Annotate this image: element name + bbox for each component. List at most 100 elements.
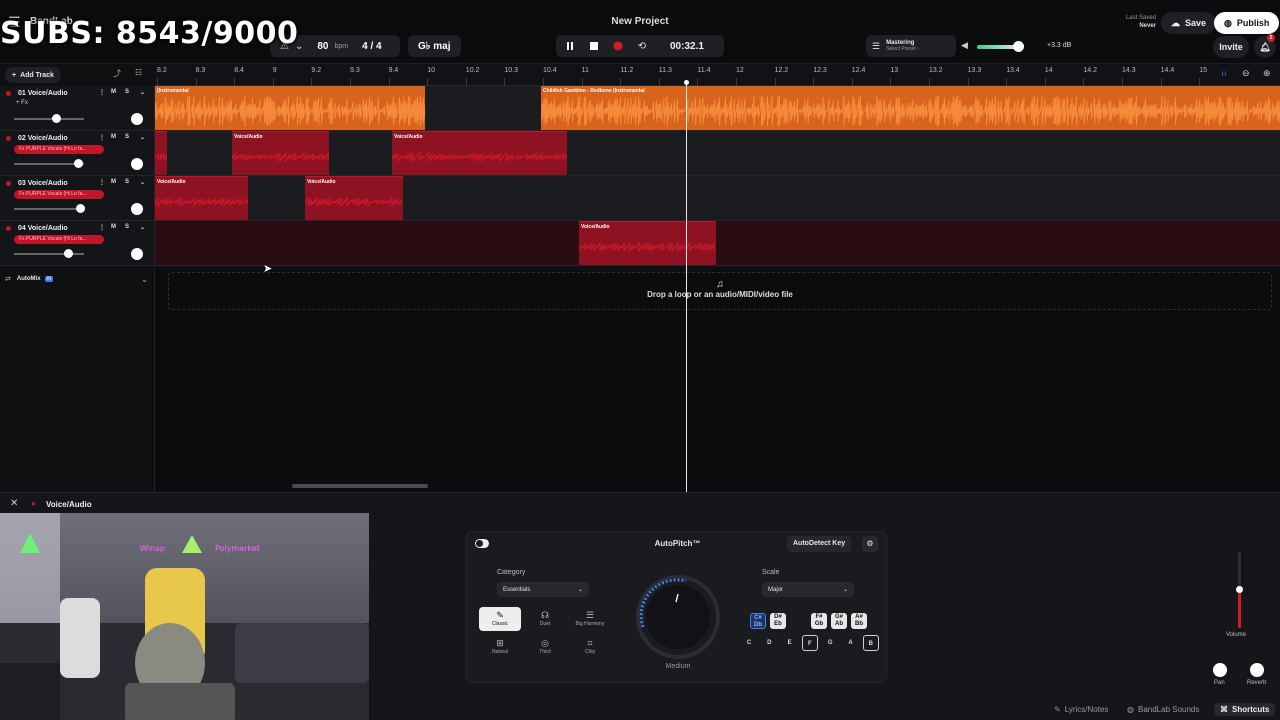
- automix-row[interactable]: ⇄ AutoMix AI ⌄: [0, 270, 155, 288]
- grid-settings-icon[interactable]: ☷: [135, 68, 142, 77]
- track-header-3[interactable]: 03 Voice/Audio Fx PURPLE Vocals (Hi Lo fa…: [0, 176, 155, 221]
- scale-key-sharp[interactable]: D# Eb: [770, 613, 786, 629]
- chevron-down-icon[interactable]: ⌄: [140, 224, 145, 231]
- track-menu-icon[interactable]: ⋮: [99, 89, 105, 96]
- track-header-1[interactable]: 01 Voice/Audio + Fx ⋮ M S ⌄: [0, 86, 155, 131]
- record-arm-icon[interactable]: [6, 136, 11, 141]
- record-arm-icon[interactable]: [6, 181, 11, 186]
- solo-button[interactable]: S: [125, 134, 129, 140]
- mute-button[interactable]: M: [111, 134, 116, 140]
- playhead[interactable]: [684, 80, 689, 492]
- save-button[interactable]: ☁ Save: [1161, 12, 1217, 34]
- track-pan-knob[interactable]: [131, 158, 143, 170]
- scale-key-sharp[interactable]: C# Db: [750, 613, 766, 629]
- scale-key-natural[interactable]: E: [782, 635, 798, 651]
- scale-key-sharp[interactable]: F# Gb: [811, 613, 827, 629]
- scale-key-natural[interactable]: C: [741, 635, 757, 651]
- reverb-knob[interactable]: [1250, 663, 1264, 677]
- add-track-button[interactable]: + Add Track: [5, 67, 61, 83]
- drop-zone[interactable]: ♫ Drop a loop or an audio/MIDI/video fil…: [168, 272, 1272, 310]
- track-pan-knob[interactable]: [131, 203, 143, 215]
- audio-clip[interactable]: Voice/Audio: [305, 176, 403, 220]
- category-chip-button[interactable]: ⌗ Chip: [569, 635, 611, 659]
- track-pan-knob[interactable]: [131, 113, 143, 125]
- track-volume-thumb[interactable]: [76, 204, 85, 213]
- track-lane-4[interactable]: Voice/Audio: [155, 221, 1280, 266]
- scale-key-natural[interactable]: G: [822, 635, 838, 651]
- lyrics-notes-button[interactable]: ✎ Lyrics/Notes: [1054, 705, 1108, 714]
- solo-button[interactable]: S: [125, 224, 129, 230]
- category-duet-button[interactable]: ☊ Duet: [524, 607, 566, 631]
- master-volume-thumb[interactable]: [1013, 41, 1024, 52]
- add-fx-button[interactable]: + Fx: [16, 100, 28, 106]
- shortcuts-button[interactable]: ⌘ Shortcuts: [1214, 703, 1276, 716]
- track-pan-knob[interactable]: [131, 248, 143, 260]
- zoom-out-icon[interactable]: ⊖: [1242, 68, 1250, 79]
- fx-preset-chip[interactable]: Fx PURPLE Vocals (Hi Lo fa...: [14, 235, 104, 244]
- automation-icon[interactable]: ⤴: [113, 68, 121, 79]
- zoom-in-icon[interactable]: ⊕: [1263, 68, 1271, 79]
- time-signature[interactable]: 4 / 4: [362, 41, 381, 52]
- category-natural-button[interactable]: ⊞ Natural: [479, 635, 521, 659]
- track-volume-thumb[interactable]: [52, 114, 61, 123]
- audio-clip[interactable]: Voice/Audio: [579, 221, 716, 265]
- track-name[interactable]: 04 Voice/Audio: [18, 225, 68, 232]
- bpm-value[interactable]: 80: [317, 41, 328, 52]
- fx-preset-chip[interactable]: Fx PURPLE Vocals (Hi Lo fa...: [14, 190, 104, 199]
- track-volume-thumb[interactable]: [64, 249, 73, 258]
- stop-button[interactable]: [584, 36, 604, 56]
- scale-key-sharp[interactable]: G# Ab: [831, 613, 847, 629]
- track-header-4[interactable]: 04 Voice/Audio Fx PURPLE Vocals (Hi Lo fa…: [0, 221, 155, 266]
- track-lane-1[interactable]: (Instrumental Childish Gambino - Redbone …: [155, 86, 1280, 131]
- autodetect-key-button[interactable]: AutoDetect Key: [787, 536, 852, 552]
- close-icon[interactable]: ✕: [10, 498, 18, 509]
- mute-button[interactable]: M: [111, 89, 116, 95]
- chevron-down-icon[interactable]: ⌄: [140, 134, 145, 141]
- mute-button[interactable]: M: [111, 224, 116, 230]
- track-header-2[interactable]: 02 Voice/Audio Fx PURPLE Vocals (Hi Lo fa…: [0, 131, 155, 176]
- track-volume-slider[interactable]: [14, 253, 84, 255]
- audio-clip[interactable]: (Instrumental: [155, 86, 425, 130]
- fx-preset-chip[interactable]: Fx PURPLE Vocals (Hi Lo fa...: [14, 145, 104, 154]
- track-name[interactable]: 01 Voice/Audio: [18, 90, 68, 97]
- chevron-down-icon[interactable]: ⌄: [140, 179, 145, 186]
- horizontal-scrollbar[interactable]: [292, 484, 428, 488]
- track-menu-icon[interactable]: ⋮: [99, 224, 105, 231]
- mute-button[interactable]: M: [111, 179, 116, 185]
- scale-dropdown[interactable]: Major ⌄: [762, 582, 854, 597]
- audio-clip[interactable]: Voice/Audio: [155, 176, 248, 220]
- scale-key-natural[interactable]: F: [801, 635, 818, 651]
- audio-clip[interactable]: [155, 131, 167, 175]
- track-lane-2[interactable]: Voice/Audio Voice/Audio: [155, 131, 1280, 176]
- audio-clip[interactable]: Voice/Audio: [232, 131, 329, 175]
- speaker-icon[interactable]: ◀: [961, 40, 968, 51]
- category-third-button[interactable]: ◎ Third: [524, 635, 566, 659]
- track-menu-icon[interactable]: ⋮: [99, 134, 105, 141]
- invite-button[interactable]: Invite: [1213, 36, 1249, 58]
- key-control[interactable]: G♭ maj: [408, 35, 461, 57]
- category-classic-button[interactable]: ✎ Classic: [479, 607, 521, 631]
- scale-key-natural[interactable]: A: [843, 635, 859, 651]
- timeline-ruler[interactable]: 8.2 8.3 8.4 9 9.2 9.3 9.4 10 10.2 10.3 10.4 11 11.2 1…: [155, 64, 1280, 86]
- track-volume-thumb[interactable]: [74, 159, 83, 168]
- track-volume-slider[interactable]: [14, 208, 84, 210]
- pitch-correction-knob[interactable]: [633, 572, 723, 662]
- chevron-down-icon[interactable]: ⌄: [141, 275, 148, 284]
- record-arm-icon[interactable]: [6, 226, 11, 231]
- record-button[interactable]: [608, 36, 628, 56]
- scale-key-natural[interactable]: B: [862, 635, 879, 651]
- track-menu-icon[interactable]: ⋮: [99, 179, 105, 186]
- bandlab-sounds-button[interactable]: ◍ BandLab Sounds: [1127, 705, 1199, 714]
- scale-key-sharp[interactable]: A# Bb: [851, 613, 867, 629]
- audio-clip[interactable]: Voice/Audio: [392, 131, 567, 175]
- record-arm-icon[interactable]: [6, 91, 11, 96]
- mastering-button[interactable]: ☰ Mastering Select Preset ›: [866, 35, 956, 57]
- pause-button[interactable]: [560, 36, 580, 56]
- notifications-button[interactable]: 🔔︎ 2: [1254, 34, 1276, 58]
- pan-knob[interactable]: [1213, 663, 1227, 677]
- solo-button[interactable]: S: [125, 89, 129, 95]
- volume-fader-thumb[interactable]: [1236, 586, 1243, 593]
- loop-button[interactable]: ⟲: [632, 36, 652, 56]
- track-volume-slider[interactable]: [14, 118, 84, 120]
- magnet-icon[interactable]: ∪: [1221, 69, 1227, 78]
